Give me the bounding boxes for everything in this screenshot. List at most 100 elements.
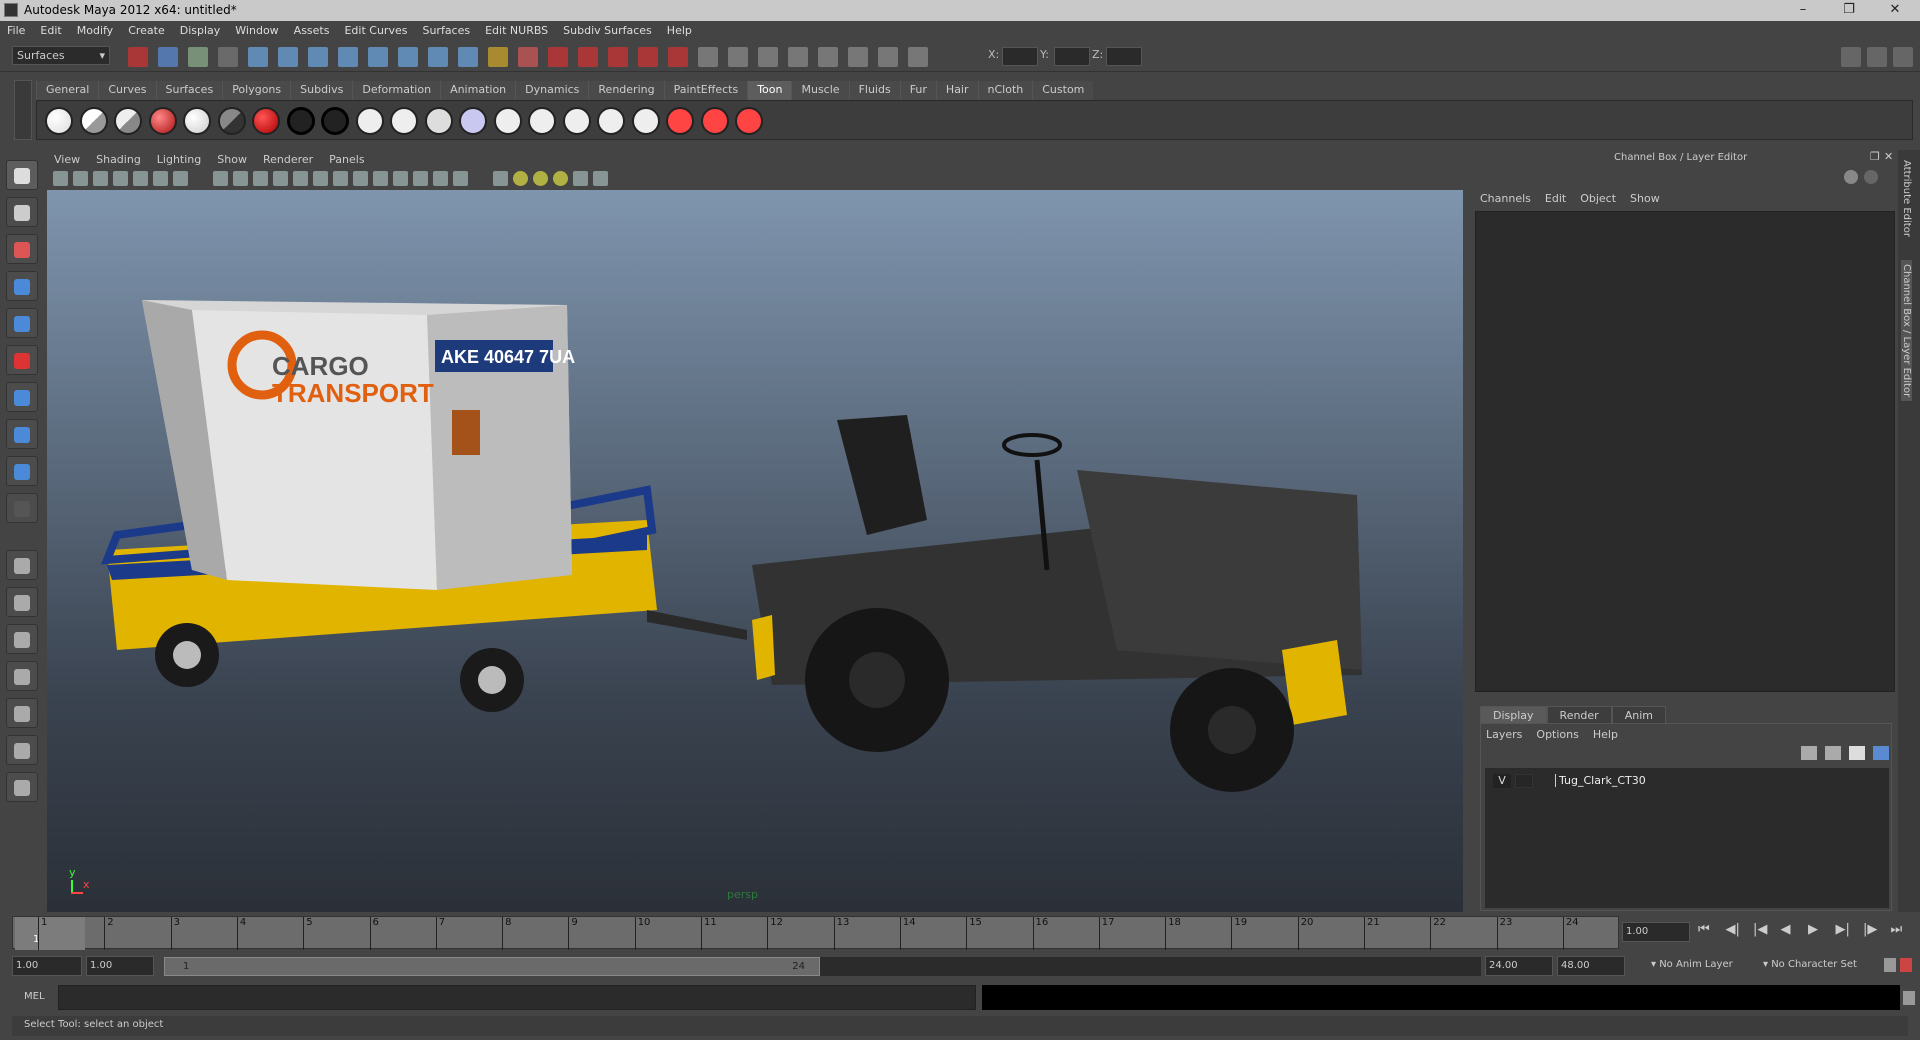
universal-manipulator-icon[interactable] — [6, 382, 38, 412]
viewport-menu-show[interactable]: Show — [210, 151, 256, 169]
step-forward-frame-button[interactable]: ▶| — [1836, 922, 1850, 937]
panel-float-button[interactable]: ❐ — [1870, 150, 1880, 163]
render-globals-icon[interactable] — [848, 47, 868, 67]
lock-icon[interactable] — [218, 47, 238, 67]
shelf-tab-general[interactable]: General — [36, 81, 99, 100]
ipr-icon[interactable] — [728, 47, 748, 67]
viewport-tool-icon[interactable] — [273, 171, 288, 186]
perspective-viewport[interactable]: CARGO TRANSPORT AKE 40647 7UA persp y x — [47, 190, 1463, 912]
shelf-tab-deformation[interactable]: Deformation — [352, 81, 441, 100]
range-slider-bar[interactable]: 1 24 — [164, 957, 820, 976]
create-empty-layer-icon[interactable] — [1849, 746, 1865, 760]
script-editor-icon[interactable] — [1903, 991, 1915, 1005]
shelf-tab-custom[interactable]: Custom — [1032, 81, 1094, 100]
lasso-tool-icon[interactable] — [6, 197, 38, 227]
menu-modify[interactable]: Modify — [70, 22, 121, 42]
playback-end-field[interactable]: 24.00 — [1485, 956, 1553, 976]
render-icon[interactable] — [698, 47, 718, 67]
show-manipulator-icon[interactable] — [6, 456, 38, 486]
channel-menu-edit[interactable]: Edit — [1545, 192, 1566, 205]
create-layer-from-selected-icon[interactable] — [1873, 746, 1889, 760]
select-tool-icon[interactable] — [6, 160, 38, 190]
select-by-hierarchy-icon[interactable] — [128, 47, 148, 67]
viewport-tool-icon[interactable] — [493, 171, 508, 186]
layer-tab-display[interactable]: Display — [1480, 706, 1547, 724]
toon-shelf-icon[interactable] — [355, 107, 384, 135]
toon-shelf-icon[interactable] — [148, 107, 177, 135]
channel-box-tab[interactable]: Channel Box / Layer Editor — [1901, 260, 1912, 402]
viewport-tool-icon[interactable] — [73, 171, 88, 186]
viewport-menu-lighting[interactable]: Lighting — [150, 151, 210, 169]
playback-start-field[interactable]: 1.00 — [86, 956, 154, 976]
current-frame-marker[interactable]: 1 — [15, 917, 85, 950]
menu-edit[interactable]: Edit — [33, 22, 69, 42]
snap-surface-icon[interactable] — [398, 47, 418, 67]
menu-file[interactable]: File — [0, 22, 33, 42]
menu-assets[interactable]: Assets — [287, 22, 338, 42]
play-forwards-button[interactable]: ▶ — [1808, 922, 1818, 937]
move-layer-down-icon[interactable] — [1825, 746, 1841, 760]
channel-menu-show[interactable]: Show — [1630, 192, 1660, 205]
menu-surfaces[interactable]: Surfaces — [415, 22, 478, 42]
scale-tool-icon[interactable] — [6, 345, 38, 375]
render-view-icon[interactable] — [818, 47, 838, 67]
shelf-tab-animation[interactable]: Animation — [440, 81, 516, 100]
range-slider[interactable]: 1 24 — [164, 957, 1481, 976]
toon-shelf-icon[interactable] — [183, 107, 211, 135]
input-icon[interactable] — [608, 47, 628, 67]
select-by-object-icon[interactable] — [158, 47, 178, 67]
viewport-tool-icon[interactable] — [353, 171, 368, 186]
toon-shelf-icon[interactable] — [114, 107, 142, 135]
toon-shelf-icon[interactable] — [700, 107, 729, 135]
last-tool-icon[interactable] — [6, 493, 38, 523]
help-icon[interactable] — [458, 47, 478, 67]
layout-single-icon[interactable] — [6, 550, 38, 580]
toon-shelf-icon[interactable] — [424, 107, 453, 135]
viewport-tool-icon[interactable] — [533, 171, 548, 186]
viewport-tool-icon[interactable] — [453, 171, 468, 186]
layer-visibility-toggle[interactable]: V — [1493, 774, 1511, 788]
step-back-key-button[interactable]: ◀| — [1726, 922, 1740, 937]
viewport-tool-icon[interactable] — [113, 171, 128, 186]
minimize-button[interactable]: – — [1788, 2, 1818, 18]
toon-shelf-icon[interactable] — [735, 107, 763, 135]
viewport-tool-icon[interactable] — [413, 171, 428, 186]
layer-tab-anim[interactable]: Anim — [1611, 706, 1666, 724]
menu-help[interactable]: Help — [660, 22, 700, 42]
menu-subdiv-surfaces[interactable]: Subdiv Surfaces — [556, 22, 660, 42]
shelf-tab-curves[interactable]: Curves — [98, 81, 156, 100]
layer-menu-options[interactable]: Options — [1536, 728, 1578, 741]
time-slider[interactable]: 1 1 2 3 4 5 6 7 8 9 10 11 12 13 14 15 16 17 18 19 20 21 22 23 2… — [12, 916, 1619, 950]
auto-key-icon[interactable] — [1884, 958, 1896, 972]
current-time-field[interactable]: 1.00 — [1622, 922, 1690, 942]
viewport-tool-icon[interactable] — [173, 171, 188, 186]
toon-shelf-icon[interactable] — [252, 107, 280, 135]
toon-shelf-icon[interactable] — [493, 107, 522, 135]
restore-button[interactable]: ❐ — [1834, 2, 1864, 18]
viewport-tool-icon[interactable] — [153, 171, 168, 186]
show-attribute-editor-icon[interactable] — [1841, 47, 1861, 67]
go-to-end-button[interactable]: ⏭ — [1891, 922, 1903, 937]
attribute-editor-tab[interactable]: Attribute Editor — [1901, 160, 1912, 237]
shelf-tab-painteffects[interactable]: PaintEffects — [663, 81, 748, 100]
toon-shelf-icon[interactable] — [286, 107, 315, 135]
move-layer-up-icon[interactable] — [1801, 746, 1817, 760]
toon-shelf-icon[interactable] — [459, 107, 487, 135]
absolute-icon[interactable] — [908, 47, 928, 67]
menuset-select[interactable]: Surfaces ▾ — [12, 46, 110, 65]
toon-shelf-icon[interactable] — [666, 107, 694, 135]
character-set-select[interactable]: ▾ No Character Set — [1760, 956, 1880, 976]
menu-display[interactable]: Display — [173, 22, 229, 42]
menu-window[interactable]: Window — [228, 22, 286, 42]
shelf-tab-fluids[interactable]: Fluids — [848, 81, 900, 100]
channel-menu-channels[interactable]: Channels — [1480, 192, 1531, 205]
shelf-tab-dynamics[interactable]: Dynamics — [515, 81, 589, 100]
layout-script-icon[interactable] — [6, 772, 38, 802]
shelf-tab-muscle[interactable]: Muscle — [791, 81, 849, 100]
viewport-tool-icon[interactable] — [53, 171, 68, 186]
toon-shelf-icon[interactable] — [390, 107, 418, 135]
snap-view-icon[interactable] — [428, 47, 448, 67]
lock-selection-icon[interactable] — [488, 47, 508, 67]
viewport-menu-view[interactable]: View — [47, 151, 89, 169]
snap-curve-icon[interactable] — [278, 47, 298, 67]
